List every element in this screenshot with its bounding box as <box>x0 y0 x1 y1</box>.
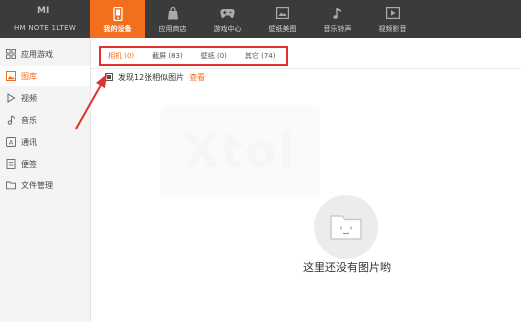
top-navigation-bar: MI HM NOTE 1LTEW 我的设备 应用商店 游戏中心 壁纸美图 音乐铃… <box>0 0 521 38</box>
sidebar: 应用游戏 图库 视频 音乐 A 通讯 便签 文件管理 <box>0 38 91 322</box>
tab-wallpapers[interactable]: 壁纸 (0) <box>201 51 227 61</box>
sidebar-item-contacts[interactable]: A 通讯 <box>0 132 90 152</box>
wallpaper-icon <box>255 7 310 21</box>
nav-tab-video[interactable]: 视频影音 <box>365 0 420 38</box>
svg-text:A: A <box>9 139 14 147</box>
empty-folder-icon <box>314 195 378 259</box>
similar-photos-text: 发现12张相似图片 <box>118 72 185 82</box>
sidebar-item-music[interactable]: 音乐 <box>0 110 90 130</box>
music-note-icon <box>310 7 365 21</box>
sidebar-item-file-manager[interactable]: 文件管理 <box>0 175 90 195</box>
sidebar-item-video[interactable]: 视频 <box>0 88 90 108</box>
nav-tab-game-center[interactable]: 游戏中心 <box>200 0 255 38</box>
music-note-icon <box>6 115 16 125</box>
gallery-icon <box>6 71 16 81</box>
empty-state-message: 这里还没有图片哟 <box>303 261 391 274</box>
device-name: HM NOTE 1LTEW <box>13 24 77 32</box>
shopping-bag-icon <box>145 7 200 21</box>
sidebar-item-label: 音乐 <box>21 115 37 125</box>
note-icon <box>6 159 16 169</box>
nav-tab-label: 游戏中心 <box>213 25 242 33</box>
nav-tab-label: 壁纸美图 <box>268 25 297 33</box>
tab-screenshots[interactable]: 截屏 (83) <box>152 51 183 61</box>
gallery-category-tabs: 相机 (0) 截屏 (83) 壁纸 (0) 其它 (74) <box>99 46 288 66</box>
sidebar-item-label: 图库 <box>21 71 37 81</box>
sidebar-item-apps-games[interactable]: 应用游戏 <box>0 44 90 64</box>
nav-tab-app-store[interactable]: 应用商店 <box>145 0 200 38</box>
mi-logo: MI <box>37 6 50 16</box>
nav-tab-label: 我的设备 <box>103 25 132 33</box>
video-icon <box>365 7 420 21</box>
nav-tab-my-device[interactable]: 我的设备 <box>90 0 145 38</box>
divider <box>91 68 521 69</box>
app-grid-icon <box>6 49 16 59</box>
sidebar-item-label: 视频 <box>21 93 37 103</box>
tab-camera[interactable]: 相机 (0) <box>108 51 134 61</box>
folder-icon <box>6 180 16 190</box>
sidebar-item-label: 便签 <box>21 159 37 169</box>
sidebar-item-label: 应用游戏 <box>21 49 53 59</box>
gallery-panel: 相机 (0) 截屏 (83) 壁纸 (0) 其它 (74) 发现12张相似图片 … <box>91 38 521 322</box>
sidebar-item-notes[interactable]: 便签 <box>0 154 90 174</box>
watermark: Xtol <box>160 105 320 197</box>
similar-photos-notice: 发现12张相似图片 查看 <box>105 71 205 83</box>
nav-tab-label: 应用商店 <box>158 25 187 33</box>
nav-tab-label: 音乐铃声 <box>323 25 352 33</box>
view-similar-link[interactable]: 查看 <box>189 72 205 83</box>
device-info[interactable]: MI HM NOTE 1LTEW <box>0 0 90 38</box>
contacts-icon: A <box>6 137 16 147</box>
sidebar-item-label: 文件管理 <box>21 180 53 190</box>
nav-tab-wallpaper[interactable]: 壁纸美图 <box>255 0 310 38</box>
nav-tab-music[interactable]: 音乐铃声 <box>310 0 365 38</box>
similar-photos-icon <box>105 73 113 81</box>
nav-tab-label: 视频影音 <box>378 25 407 33</box>
sidebar-item-label: 通讯 <box>21 137 37 147</box>
sidebar-item-gallery[interactable]: 图库 <box>0 66 90 86</box>
phone-icon <box>90 7 145 21</box>
tab-other[interactable]: 其它 (74) <box>245 51 276 61</box>
play-icon <box>6 93 16 103</box>
gamepad-icon <box>200 7 255 21</box>
